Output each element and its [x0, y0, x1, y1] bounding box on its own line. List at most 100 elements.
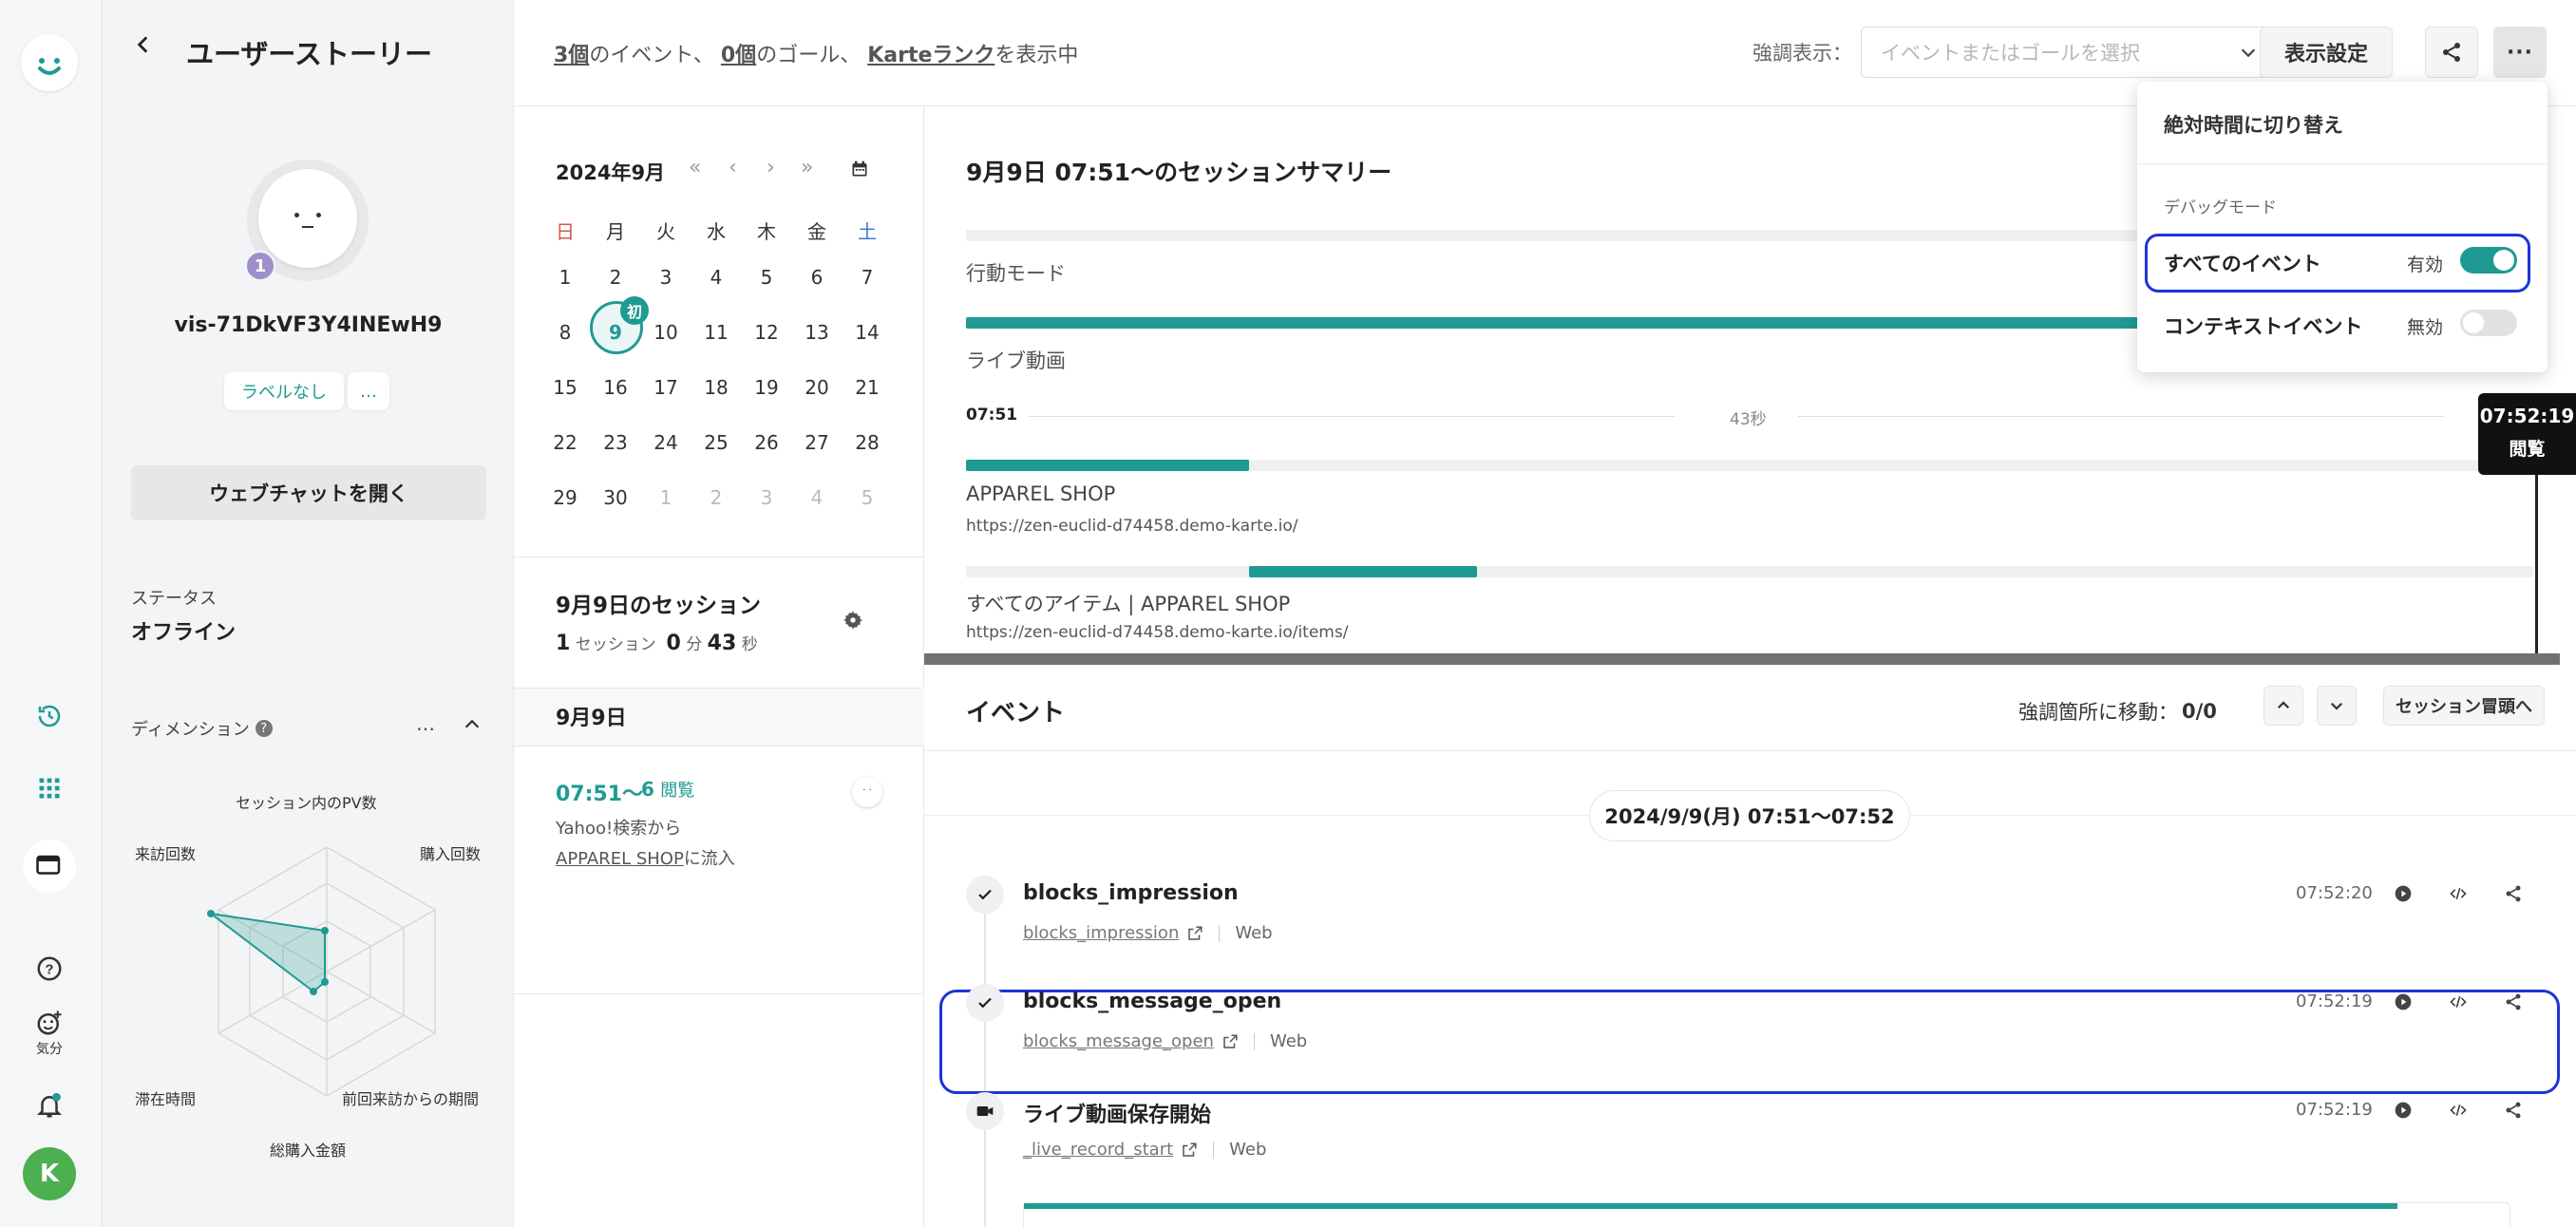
- calendar-day[interactable]: 21: [844, 376, 890, 399]
- share-icon[interactable]: [2499, 1096, 2528, 1124]
- calendar-day[interactable]: 7: [844, 266, 890, 289]
- event-link[interactable]: _live_record_start: [1023, 1140, 1173, 1160]
- landing-link[interactable]: APPAREL SHOP: [556, 849, 684, 869]
- calendar-day[interactable]: 6: [794, 266, 840, 289]
- calendar-day[interactable]: 4: [794, 486, 840, 509]
- events-count-link[interactable]: 3個: [554, 44, 589, 67]
- share-button[interactable]: [2425, 27, 2478, 78]
- absolute-time-item[interactable]: 絶対時間に切り替え: [2164, 110, 2343, 139]
- code-icon[interactable]: [2444, 988, 2472, 1016]
- prev-year-button[interactable]: «: [689, 156, 701, 179]
- code-icon[interactable]: [2444, 879, 2472, 908]
- calendar-day[interactable]: 11: [693, 321, 739, 344]
- history-icon[interactable]: [25, 691, 74, 741]
- goals-count-link[interactable]: 0個: [721, 44, 756, 67]
- window-icon[interactable]: [23, 840, 76, 893]
- mood-icon[interactable]: 気分: [25, 1005, 74, 1062]
- page2-title: すべてのアイテム | APPAREL SHOP: [966, 593, 1291, 615]
- calendar-day[interactable]: 19: [744, 376, 789, 399]
- karte-logo-icon[interactable]: [21, 34, 78, 91]
- gear-icon[interactable]: [841, 608, 865, 636]
- label-more-button[interactable]: …: [348, 372, 389, 410]
- calendar-day[interactable]: 25: [693, 431, 739, 454]
- highlight-select[interactable]: イベントまたはゴールを選択: [1861, 27, 2279, 78]
- event-row[interactable]: blocks_message_open blocks_message_open …: [924, 976, 2576, 1071]
- calendar-day[interactable]: 22: [542, 431, 588, 454]
- calendar-panel: 2024年9月 « ‹ › » 日 月 火 水 木 金 土 初 12345678…: [514, 106, 924, 1227]
- grid-icon[interactable]: [25, 764, 74, 813]
- calendar-day[interactable]: 26: [744, 431, 789, 454]
- more-menu-button[interactable]: ···: [2493, 27, 2547, 78]
- help-icon[interactable]: ?: [25, 944, 74, 993]
- calendar-day[interactable]: 3: [744, 486, 789, 509]
- calendar-day[interactable]: 24: [643, 431, 689, 454]
- play-icon[interactable]: [2389, 879, 2417, 908]
- calendar-day[interactable]: 5: [844, 486, 890, 509]
- event-link[interactable]: blocks_message_open: [1023, 1031, 1214, 1051]
- calendar-day[interactable]: 8: [542, 321, 588, 344]
- calendar-day[interactable]: 17: [643, 376, 689, 399]
- back-button[interactable]: [131, 32, 156, 57]
- calendar-day[interactable]: 4: [693, 266, 739, 289]
- radar-area: [210, 913, 326, 993]
- play-icon[interactable]: [2389, 988, 2417, 1016]
- page2-url[interactable]: https://zen-euclid-d74458.demo-karte.io/…: [966, 623, 1348, 642]
- page1-url[interactable]: https://zen-euclid-d74458.demo-karte.io/: [966, 517, 1297, 536]
- context-events-toggle[interactable]: [2460, 310, 2517, 336]
- calendar-day[interactable]: 1: [542, 266, 588, 289]
- help-icon[interactable]: ?: [255, 720, 273, 737]
- calendar-day[interactable]: 28: [844, 431, 890, 454]
- calendar-day[interactable]: 18: [693, 376, 739, 399]
- calendar-day[interactable]: 1: [643, 486, 689, 509]
- visitor-id: vis-71DkVF3Y4INEwH9: [174, 313, 443, 337]
- share-icon: [2443, 43, 2460, 62]
- calendar-day[interactable]: 14: [844, 321, 890, 344]
- share-icon[interactable]: [2499, 988, 2528, 1016]
- open-webchat-button[interactable]: ウェブチャットを開く: [131, 465, 486, 520]
- page-title: ユーザーストーリー: [186, 38, 432, 70]
- calendar-day[interactable]: 29: [542, 486, 588, 509]
- label-chip[interactable]: ラベルなし: [224, 372, 344, 410]
- summary-title: 9月9日 07:51〜のセッションサマリー: [966, 159, 1392, 186]
- session-entry[interactable]: 07:51〜 6 閲覧 · · Yahoo!検索から APPAREL SHOPに…: [514, 746, 924, 993]
- jump-label: 強調箇所に移動：: [2018, 701, 2178, 724]
- calendar-day[interactable]: 16: [593, 376, 638, 399]
- calendar-day[interactable]: 12: [744, 321, 789, 344]
- next-year-button[interactable]: »: [801, 156, 813, 179]
- share-icon[interactable]: [2499, 879, 2528, 908]
- chevron-up-icon[interactable]: [462, 714, 483, 739]
- display-settings-button[interactable]: 表示設定: [2260, 27, 2393, 78]
- calendar-day[interactable]: 10: [643, 321, 689, 344]
- next-month-button[interactable]: ›: [767, 156, 775, 179]
- event-row[interactable]: blocks_impression blocks_impression Web …: [924, 868, 2576, 963]
- event-link[interactable]: blocks_impression: [1023, 923, 1179, 943]
- code-icon[interactable]: [2444, 1096, 2472, 1124]
- avatar[interactable]: K: [23, 1147, 76, 1200]
- external-link-icon: [1183, 1142, 1197, 1157]
- calendar-day[interactable]: 15: [542, 376, 588, 399]
- calendar-day[interactable]: 27: [794, 431, 840, 454]
- calendar-day[interactable]: 20: [794, 376, 840, 399]
- session-start-button[interactable]: セッション冒頭へ: [2383, 686, 2545, 726]
- calendar-day[interactable]: 2: [593, 266, 638, 289]
- page1-bar: [966, 460, 1249, 471]
- event-row[interactable]: ライブ動画保存開始 _live_record_start Web 07:52:1…: [924, 1085, 2576, 1227]
- next-highlight-button[interactable]: [2317, 686, 2357, 726]
- calendar-day[interactable]: 2: [693, 486, 739, 509]
- calendar-day[interactable]: 13: [794, 321, 840, 344]
- calendar-day[interactable]: 9: [593, 321, 638, 344]
- play-icon[interactable]: [2389, 1096, 2417, 1124]
- video-preview[interactable]: [1023, 1202, 2510, 1227]
- prev-highlight-button[interactable]: [2263, 686, 2303, 726]
- calendar-icon[interactable]: [850, 160, 869, 182]
- calendar-day[interactable]: 3: [643, 266, 689, 289]
- calendar-day[interactable]: 5: [744, 266, 789, 289]
- bell-icon[interactable]: [25, 1081, 74, 1130]
- karte-rank-link[interactable]: Karteランク: [867, 44, 994, 67]
- prev-month-button[interactable]: ‹: [729, 156, 737, 179]
- summary-scrollbar[interactable]: [924, 653, 2560, 665]
- calendar-day[interactable]: 23: [593, 431, 638, 454]
- calendar-day[interactable]: 30: [593, 486, 638, 509]
- all-events-toggle[interactable]: [2460, 247, 2517, 274]
- dimension-more-button[interactable]: …: [416, 712, 435, 735]
